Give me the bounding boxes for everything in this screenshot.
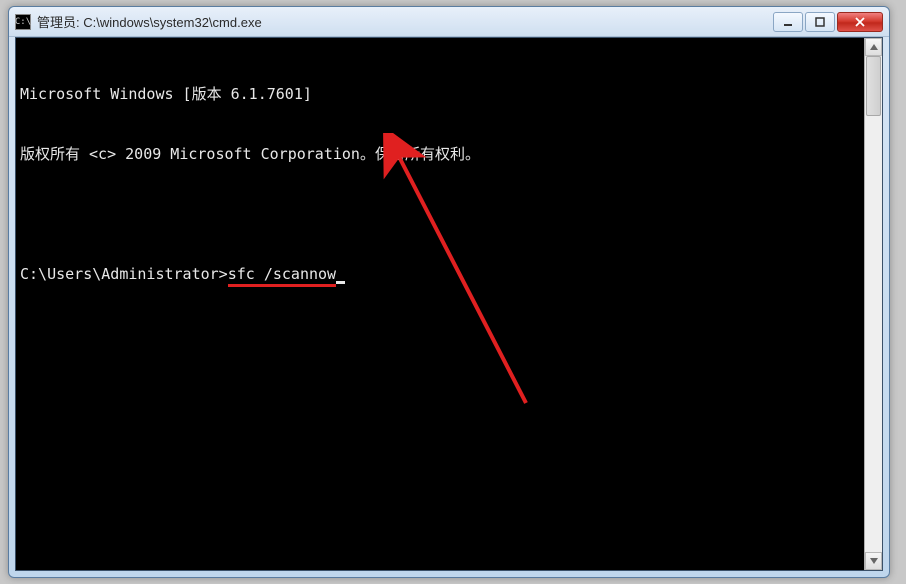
titlebar[interactable]: C:\ 管理员: C:\windows\system32\cmd.exe	[9, 7, 889, 37]
scroll-thumb[interactable]	[866, 56, 881, 116]
prompt-text: C:\Users\Administrator>	[20, 265, 228, 283]
chevron-down-icon	[870, 558, 878, 564]
terminal-blank-line	[20, 204, 860, 224]
cmd-window: C:\ 管理员: C:\windows\system32\cmd.exe Mic…	[8, 6, 890, 578]
terminal-output[interactable]: Microsoft Windows [版本 6.1.7601] 版权所有 <c>…	[16, 38, 864, 570]
cmd-icon: C:\	[15, 14, 31, 30]
vertical-scrollbar[interactable]	[864, 38, 882, 570]
maximize-icon	[815, 17, 825, 27]
client-area: Microsoft Windows [版本 6.1.7601] 版权所有 <c>…	[15, 37, 883, 571]
minimize-button[interactable]	[773, 12, 803, 32]
minimize-icon	[783, 17, 793, 27]
terminal-prompt-line: C:\Users\Administrator>sfc /scannow	[20, 264, 860, 286]
close-icon	[854, 17, 866, 27]
close-button[interactable]	[837, 12, 883, 32]
command-text: sfc /scannow	[228, 265, 336, 287]
window-title: 管理员: C:\windows\system32\cmd.exe	[37, 12, 773, 31]
scroll-down-button[interactable]	[865, 552, 882, 570]
chevron-up-icon	[870, 44, 878, 50]
terminal-line: 版权所有 <c> 2009 Microsoft Corporation。保留所有…	[20, 144, 860, 164]
scroll-track[interactable]	[865, 56, 882, 552]
maximize-button[interactable]	[805, 12, 835, 32]
scroll-up-button[interactable]	[865, 38, 882, 56]
window-controls	[773, 12, 883, 32]
text-cursor	[336, 281, 345, 284]
terminal-line: Microsoft Windows [版本 6.1.7601]	[20, 84, 860, 104]
